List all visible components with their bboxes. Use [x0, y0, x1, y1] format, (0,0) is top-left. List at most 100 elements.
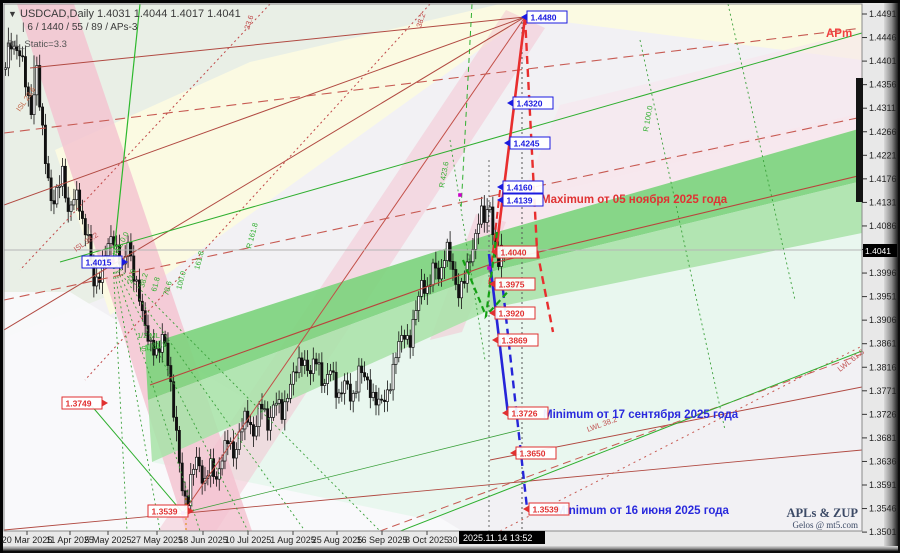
- date-tick-label: 10 Jul 2025: [225, 535, 272, 545]
- candle-body: [46, 163, 50, 179]
- candle-body: [226, 440, 230, 445]
- price-label-1.3539[interactable]: 1.3539: [523, 502, 570, 516]
- candle-body: [354, 391, 358, 394]
- candle-body: [260, 403, 264, 410]
- candle-body: [200, 465, 204, 484]
- candle-body: [323, 383, 327, 386]
- watermark-credit: Gelos @ mt5.com: [792, 520, 858, 530]
- candle-body: [143, 310, 147, 326]
- price-tick-label: 1.4446: [869, 33, 897, 43]
- price-tick-label: 1.3951: [869, 292, 897, 302]
- price-label-text: 1.4245: [514, 139, 540, 149]
- price-label-1.3726[interactable]: 1.3726: [502, 406, 549, 420]
- fib-label[interactable]: 1/2 ML: [137, 331, 160, 340]
- candle-body: [391, 363, 395, 391]
- candle-body: [411, 319, 415, 348]
- price-label-1.4040[interactable]: 1.4040: [491, 245, 538, 259]
- date-tick-label: 1 Aug 2025: [270, 535, 316, 545]
- candle-body: [240, 428, 244, 433]
- candle-body: [403, 335, 406, 340]
- price-label-1.3539[interactable]: 1.3539: [147, 504, 194, 518]
- price-label-1.4320[interactable]: 1.4320: [507, 96, 554, 110]
- candle-body: [451, 261, 455, 270]
- candle-body: [52, 200, 56, 205]
- candle-body: [266, 408, 270, 431]
- annotation-maximum-nov[interactable]: Maximum от 05 ноября 2025 года: [541, 194, 728, 206]
- annotation-minimum-jun[interactable]: Minimum от 16 июня 2025 года: [556, 505, 730, 517]
- candle-body: [468, 261, 472, 264]
- candle-body: [69, 204, 73, 212]
- price-tick-label: 1.4401: [869, 56, 897, 66]
- candle-body: [491, 206, 495, 236]
- candle-body: [75, 189, 79, 200]
- candle-body: [55, 186, 59, 205]
- candle-body: [237, 431, 241, 450]
- price-label-text: 1.3975: [499, 280, 525, 290]
- candle-body: [431, 262, 435, 286]
- candle-body: [172, 381, 176, 418]
- candle-body: [195, 456, 198, 470]
- price-label-1.4245[interactable]: 1.4245: [504, 136, 551, 150]
- candle-body: [368, 379, 372, 398]
- price-tick-label: 1.3726: [869, 409, 897, 419]
- candle-body: [326, 374, 330, 384]
- candle-body: [351, 393, 355, 402]
- price-label-1.3869[interactable]: 1.3869: [492, 333, 539, 347]
- candle-body: [328, 370, 332, 375]
- candle-body: [417, 295, 421, 311]
- candle-body: [400, 335, 404, 342]
- date-tick-label: 18 Jun 2025: [178, 535, 228, 545]
- candle-body: [383, 399, 387, 402]
- indicator-label: RL_Static=3.3: [7, 39, 67, 50]
- apm-object-label[interactable]: APm: [826, 28, 852, 40]
- price-label-1.3920[interactable]: 1.3920: [489, 306, 536, 320]
- price-label-1.4015[interactable]: 1.4015: [81, 255, 128, 269]
- swing-dot: [487, 266, 491, 270]
- price-label-text: 1.4480: [531, 13, 557, 23]
- price-label-1.4160[interactable]: 1.4160: [497, 180, 544, 194]
- price-tick-label: 1.4311: [869, 103, 896, 113]
- candle-body: [480, 205, 483, 225]
- candle-body: [24, 56, 27, 88]
- price-label-text: 1.3920: [499, 309, 525, 319]
- candle-body: [277, 399, 281, 404]
- candle-body: [445, 241, 449, 261]
- date-tick-label: 25 Aug 2025: [312, 535, 363, 545]
- price-label-1.4139[interactable]: 1.4139: [497, 193, 544, 207]
- candle-body: [175, 416, 178, 431]
- price-tick-label: 1.4086: [869, 221, 897, 231]
- annotation-minimum-sep[interactable]: Minimum от 17 сентября 2025 года: [543, 409, 739, 421]
- price-tick-label: 1.4356: [869, 80, 897, 90]
- candle-body: [83, 218, 87, 236]
- price-tick-label: 1.4131: [869, 197, 897, 207]
- current-date-value: 2025.11.14 13:52: [463, 533, 532, 543]
- candle-body: [252, 424, 255, 437]
- candle-body: [269, 417, 273, 431]
- candle-body: [78, 189, 82, 212]
- candle-body: [309, 370, 312, 374]
- price-label-1.3749[interactable]: 1.3749: [61, 396, 108, 410]
- symbol-collapse-icon[interactable]: ▼: [8, 9, 17, 19]
- candle-body: [271, 404, 275, 418]
- candle-body: [471, 249, 475, 263]
- candle-body: [303, 359, 307, 366]
- price-label-1.3650[interactable]: 1.3650: [510, 446, 557, 460]
- candle-body: [18, 50, 22, 57]
- candle-body: [317, 362, 321, 365]
- price-label-1.4480[interactable]: 1.4480: [521, 10, 568, 24]
- candle-body: [294, 371, 298, 374]
- price-label-1.3975[interactable]: 1.3975: [489, 277, 536, 291]
- candle-body: [149, 339, 153, 342]
- candle-body: [437, 267, 441, 280]
- price-tick-label: 1.3906: [869, 315, 897, 325]
- candle-body: [289, 383, 292, 399]
- candle-body: [320, 362, 324, 386]
- candle-body: [263, 408, 267, 411]
- candle-body: [397, 341, 401, 359]
- scroll-indicator-bar[interactable]: [856, 78, 863, 202]
- candle-body: [214, 476, 218, 480]
- candle-body: [41, 106, 45, 126]
- candle-body: [306, 359, 310, 371]
- candle-body: [357, 365, 361, 393]
- candle-body: [49, 177, 53, 202]
